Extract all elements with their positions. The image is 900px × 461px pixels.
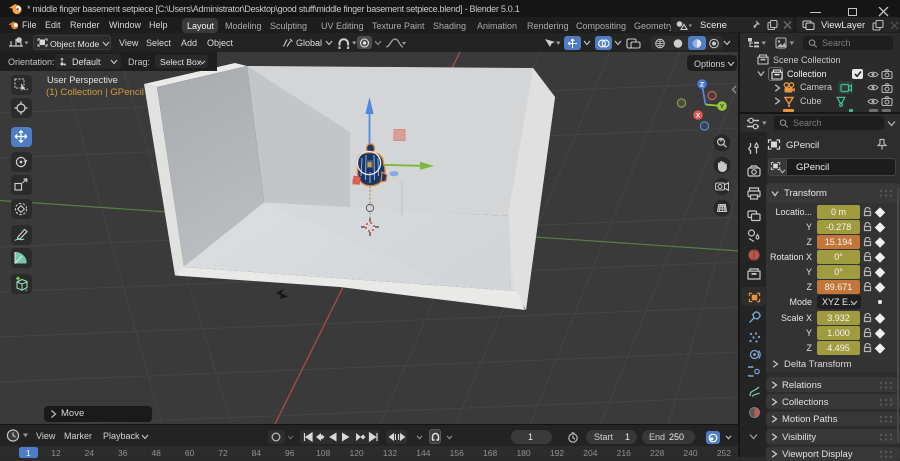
svg-text:X: X bbox=[696, 113, 701, 120]
svg-text:Z: Z bbox=[700, 82, 704, 89]
svg-text:Y: Y bbox=[720, 104, 725, 111]
